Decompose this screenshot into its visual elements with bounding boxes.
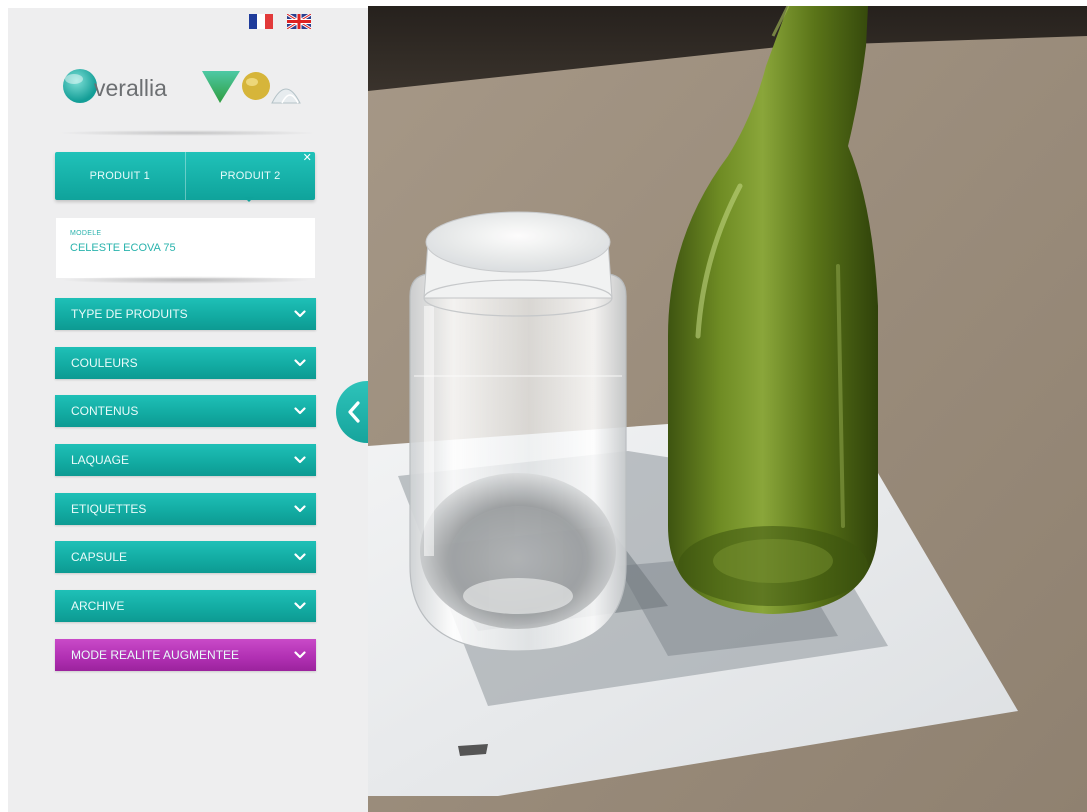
scene-render xyxy=(368,6,1087,812)
menu-etiquettes[interactable]: ETIQUETTES xyxy=(55,492,316,525)
chevron-left-icon xyxy=(348,401,360,423)
menu-label: LAQUAGE xyxy=(71,453,130,468)
product-tabs: PRODUIT 1 PRODUIT 2 ✕ xyxy=(55,152,315,200)
close-icon[interactable]: ✕ xyxy=(303,153,312,164)
menu-label: COULEURS xyxy=(71,355,138,370)
menu-label: CONTENUS xyxy=(71,404,139,419)
tab-produit-2-label: PRODUIT 2 xyxy=(220,170,281,182)
chevron-down-icon xyxy=(294,553,306,561)
model-card: MODELE CELESTE ECOVA 75 xyxy=(56,218,315,278)
product-triangle-icon xyxy=(202,71,240,103)
chevron-down-icon xyxy=(294,310,306,318)
product-3d-viewer[interactable] xyxy=(368,6,1087,812)
tab-produit-1[interactable]: PRODUIT 1 xyxy=(55,152,185,200)
model-card-shadow xyxy=(60,276,312,284)
chevron-down-icon xyxy=(294,602,306,610)
chevron-down-icon xyxy=(294,505,306,512)
configurator-panel: verallia PRODUIT 1 PRODUIT 2 ✕ MODELE CE… xyxy=(8,8,368,812)
chevron-down-icon xyxy=(294,407,306,415)
flag-uk-icon[interactable] xyxy=(287,14,311,29)
model-caption: MODELE xyxy=(70,230,102,237)
menu-mode-realite-augmentee[interactable]: MODE REALITE AUGMENTEE xyxy=(55,638,316,671)
tab-produit-1-label: PRODUIT 1 xyxy=(89,170,150,182)
menu-type-de-produits[interactable]: TYPE DE PRODUITS xyxy=(55,298,316,330)
product-disc-icon xyxy=(242,72,270,100)
options-menu: TYPE DE PRODUITS COULEURS CONTENUS LAQUA… xyxy=(55,298,316,688)
verallia-emblem-icon xyxy=(63,69,97,103)
menu-label: MODE REALITE AUGMENTEE xyxy=(71,647,240,662)
tab-produit-2[interactable]: PRODUIT 2 ✕ xyxy=(184,152,316,200)
flag-france-icon[interactable] xyxy=(249,14,273,29)
chevron-down-icon xyxy=(294,359,306,366)
verallia-logo: verallia xyxy=(63,69,301,104)
menu-label: TYPE DE PRODUITS xyxy=(71,307,188,321)
active-tab-pointer xyxy=(244,197,254,202)
menu-contenus[interactable]: CONTENUS xyxy=(55,395,316,428)
menu-label: ETIQUETTES xyxy=(71,501,147,516)
glass-jar xyxy=(409,211,627,652)
menu-laquage[interactable]: LAQUAGE xyxy=(55,444,316,477)
menu-label: CAPSULE xyxy=(71,550,128,565)
logo-divider xyxy=(56,130,318,136)
chevron-down-icon xyxy=(294,651,306,658)
language-selector xyxy=(249,14,311,29)
brand-name: verallia xyxy=(94,75,167,101)
menu-label: ARCHIVE xyxy=(71,599,125,614)
menu-archive[interactable]: ARCHIVE xyxy=(55,590,316,623)
chevron-down-icon xyxy=(294,456,306,464)
menu-couleurs[interactable]: COULEURS xyxy=(55,346,316,379)
menu-capsule[interactable]: CAPSULE xyxy=(55,541,316,574)
model-name: CELESTE ECOVA 75 xyxy=(70,242,176,254)
